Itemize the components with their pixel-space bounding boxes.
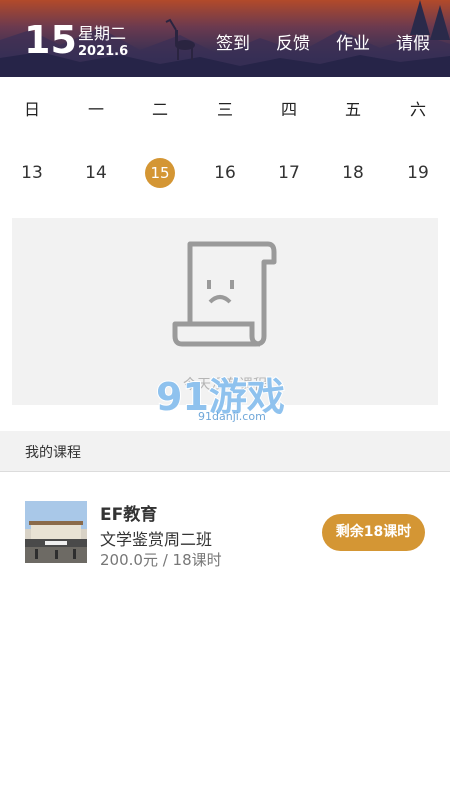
calendar-date-row: 13 14 15 16 17 18 19 — [0, 153, 450, 193]
date-cell[interactable]: 18 — [333, 153, 373, 193]
weekday-label: 三 — [216, 100, 233, 119]
date-cell[interactable]: 13 — [12, 153, 52, 193]
header-year-month: 2021.6 — [78, 44, 129, 59]
weekday-label: 六 — [409, 100, 426, 119]
date-cell[interactable]: 16 — [205, 153, 245, 193]
app-header: 15 星期二 2021.6 签到 反馈 作业 请假 — [0, 0, 450, 77]
course-organization: EF教育 — [100, 505, 158, 525]
watermark-logo: 91游戏 91danji.com — [156, 374, 286, 423]
header-day-number: 15 — [24, 18, 77, 62]
weekday-label: 二 — [151, 100, 168, 119]
course-card[interactable]: EF教育 文学鉴赏周二班 200.0元 / 18课时 剩余18课时 — [0, 472, 450, 582]
my-courses-header: 我的课程 — [0, 431, 450, 472]
selected-date-label: 15 — [145, 158, 175, 188]
date-cell[interactable]: 19 — [398, 153, 438, 193]
course-name: 文学鉴赏周二班 — [100, 530, 213, 549]
weekday-label: 五 — [344, 100, 361, 119]
remaining-lessons-button[interactable]: 剩余18课时 — [322, 514, 425, 551]
weekday-label: 四 — [280, 100, 297, 119]
watermark-site-text: 91danji.com — [198, 410, 266, 423]
header-weekday: 星期二 — [78, 24, 127, 43]
course-thumbnail — [25, 501, 87, 563]
feedback-button[interactable]: 反馈 — [276, 33, 310, 55]
leave-request-button[interactable]: 请假 — [396, 33, 430, 55]
homework-button[interactable]: 作业 — [336, 33, 370, 55]
course-price: 200.0元 / 18课时 — [100, 551, 222, 569]
date-cell[interactable]: 14 — [76, 153, 116, 193]
weekday-label: 一 — [87, 100, 104, 119]
empty-scroll-icon — [172, 241, 277, 347]
calendar-weekday-row: 日 一 二 三 四 五 六 — [0, 90, 450, 130]
date-cell-selected[interactable]: 15 — [140, 153, 180, 193]
weekday-label: 日 — [23, 100, 40, 119]
date-cell[interactable]: 17 — [269, 153, 309, 193]
checkin-button[interactable]: 签到 — [216, 33, 250, 55]
section-title: 我的课程 — [25, 445, 81, 461]
